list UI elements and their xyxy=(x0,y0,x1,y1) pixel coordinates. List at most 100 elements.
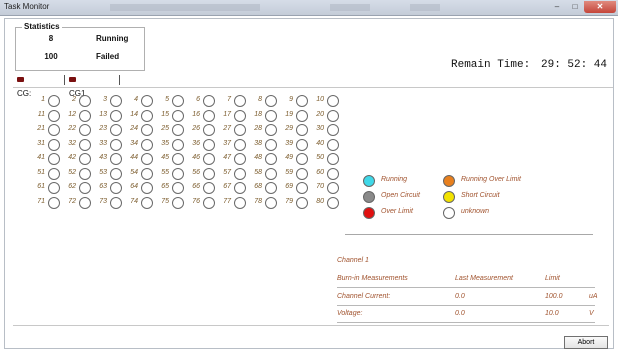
channel-status-led-icon[interactable] xyxy=(141,167,153,180)
channel-status-led-icon[interactable] xyxy=(172,109,184,122)
channel-cell[interactable]: 1 xyxy=(33,95,64,108)
channel-status-led-icon[interactable] xyxy=(234,95,246,107)
channel-cell[interactable]: 66 xyxy=(188,182,219,195)
channel-cell[interactable]: 80 xyxy=(312,196,343,210)
channel-cell[interactable]: 22 xyxy=(64,124,95,137)
channel-cell[interactable]: 37 xyxy=(219,138,250,152)
channel-status-led-icon[interactable] xyxy=(172,153,184,165)
channel-cell[interactable]: 64 xyxy=(126,182,157,195)
channel-cell[interactable]: 39 xyxy=(281,138,312,152)
channel-cell[interactable]: 47 xyxy=(219,153,250,166)
channel-status-led-icon[interactable] xyxy=(79,182,91,194)
channel-status-led-icon[interactable] xyxy=(172,196,184,209)
channel-status-led-icon[interactable] xyxy=(203,167,215,180)
close-button[interactable]: ✕ xyxy=(584,1,616,13)
channel-cell[interactable]: 58 xyxy=(250,167,281,181)
channel-cell[interactable]: 40 xyxy=(312,138,343,152)
channel-status-led-icon[interactable] xyxy=(172,167,184,180)
channel-cell[interactable]: 72 xyxy=(64,196,95,210)
channel-cell[interactable]: 35 xyxy=(157,138,188,152)
channel-status-led-icon[interactable] xyxy=(327,167,339,180)
channel-cell[interactable]: 74 xyxy=(126,196,157,210)
channel-cell[interactable]: 62 xyxy=(64,182,95,195)
channel-cell[interactable]: 21 xyxy=(33,124,64,137)
tab-cg[interactable]: CG: xyxy=(17,73,31,98)
channel-status-led-icon[interactable] xyxy=(141,153,153,165)
channel-status-led-icon[interactable] xyxy=(265,138,277,151)
channel-cell[interactable]: 9 xyxy=(281,95,312,108)
channel-status-led-icon[interactable] xyxy=(234,124,246,136)
channel-cell[interactable]: 46 xyxy=(188,153,219,166)
channel-cell[interactable]: 10 xyxy=(312,95,343,108)
channel-cell[interactable]: 6 xyxy=(188,95,219,108)
channel-status-led-icon[interactable] xyxy=(265,109,277,122)
channel-status-led-icon[interactable] xyxy=(203,196,215,209)
channel-status-led-icon[interactable] xyxy=(265,167,277,180)
channel-cell[interactable]: 27 xyxy=(219,124,250,137)
channel-cell[interactable]: 76 xyxy=(188,196,219,210)
channel-status-led-icon[interactable] xyxy=(48,109,60,122)
channel-cell[interactable]: 51 xyxy=(33,167,64,181)
channel-cell[interactable]: 29 xyxy=(281,124,312,137)
channel-status-led-icon[interactable] xyxy=(234,167,246,180)
channel-cell[interactable]: 45 xyxy=(157,153,188,166)
channel-cell[interactable]: 69 xyxy=(281,182,312,195)
channel-status-led-icon[interactable] xyxy=(296,153,308,165)
channel-cell[interactable]: 8 xyxy=(250,95,281,108)
channel-status-led-icon[interactable] xyxy=(234,182,246,194)
channel-status-led-icon[interactable] xyxy=(296,95,308,107)
channel-cell[interactable]: 19 xyxy=(281,109,312,123)
channel-status-led-icon[interactable] xyxy=(79,196,91,209)
channel-status-led-icon[interactable] xyxy=(141,109,153,122)
channel-cell[interactable]: 65 xyxy=(157,182,188,195)
channel-cell[interactable]: 23 xyxy=(95,124,126,137)
channel-status-led-icon[interactable] xyxy=(327,109,339,122)
channel-cell[interactable]: 12 xyxy=(64,109,95,123)
channel-status-led-icon[interactable] xyxy=(265,182,277,194)
channel-status-led-icon[interactable] xyxy=(79,95,91,107)
channel-cell[interactable]: 31 xyxy=(33,138,64,152)
channel-status-led-icon[interactable] xyxy=(265,95,277,107)
channel-status-led-icon[interactable] xyxy=(203,109,215,122)
channel-cell[interactable]: 53 xyxy=(95,167,126,181)
channel-cell[interactable]: 55 xyxy=(157,167,188,181)
channel-cell[interactable]: 3 xyxy=(95,95,126,108)
channel-status-led-icon[interactable] xyxy=(172,124,184,136)
channel-cell[interactable]: 36 xyxy=(188,138,219,152)
channel-cell[interactable]: 57 xyxy=(219,167,250,181)
channel-status-led-icon[interactable] xyxy=(79,153,91,165)
channel-status-led-icon[interactable] xyxy=(265,196,277,209)
channel-cell[interactable]: 79 xyxy=(281,196,312,210)
channel-status-led-icon[interactable] xyxy=(203,95,215,107)
channel-status-led-icon[interactable] xyxy=(48,138,60,151)
channel-cell[interactable]: 54 xyxy=(126,167,157,181)
channel-cell[interactable]: 49 xyxy=(281,153,312,166)
channel-cell[interactable]: 60 xyxy=(312,167,343,181)
channel-cell[interactable]: 71 xyxy=(33,196,64,210)
channel-cell[interactable]: 75 xyxy=(157,196,188,210)
channel-cell[interactable]: 77 xyxy=(219,196,250,210)
channel-cell[interactable]: 34 xyxy=(126,138,157,152)
channel-status-led-icon[interactable] xyxy=(296,138,308,151)
channel-cell[interactable]: 43 xyxy=(95,153,126,166)
channel-status-led-icon[interactable] xyxy=(110,95,122,107)
channel-status-led-icon[interactable] xyxy=(141,138,153,151)
minimize-button[interactable]: – xyxy=(548,1,566,13)
maximize-button[interactable]: □ xyxy=(566,1,584,13)
channel-status-led-icon[interactable] xyxy=(79,124,91,136)
channel-status-led-icon[interactable] xyxy=(203,182,215,194)
channel-status-led-icon[interactable] xyxy=(141,196,153,209)
channel-cell[interactable]: 26 xyxy=(188,124,219,137)
channel-cell[interactable]: 14 xyxy=(126,109,157,123)
channel-status-led-icon[interactable] xyxy=(110,138,122,151)
channel-cell[interactable]: 63 xyxy=(95,182,126,195)
channel-status-led-icon[interactable] xyxy=(327,124,339,136)
channel-cell[interactable]: 15 xyxy=(157,109,188,123)
channel-status-led-icon[interactable] xyxy=(172,95,184,107)
channel-cell[interactable]: 5 xyxy=(157,95,188,108)
channel-status-led-icon[interactable] xyxy=(110,196,122,209)
channel-status-led-icon[interactable] xyxy=(234,153,246,165)
channel-cell[interactable]: 41 xyxy=(33,153,64,166)
channel-cell[interactable]: 18 xyxy=(250,109,281,123)
channel-cell[interactable]: 32 xyxy=(64,138,95,152)
